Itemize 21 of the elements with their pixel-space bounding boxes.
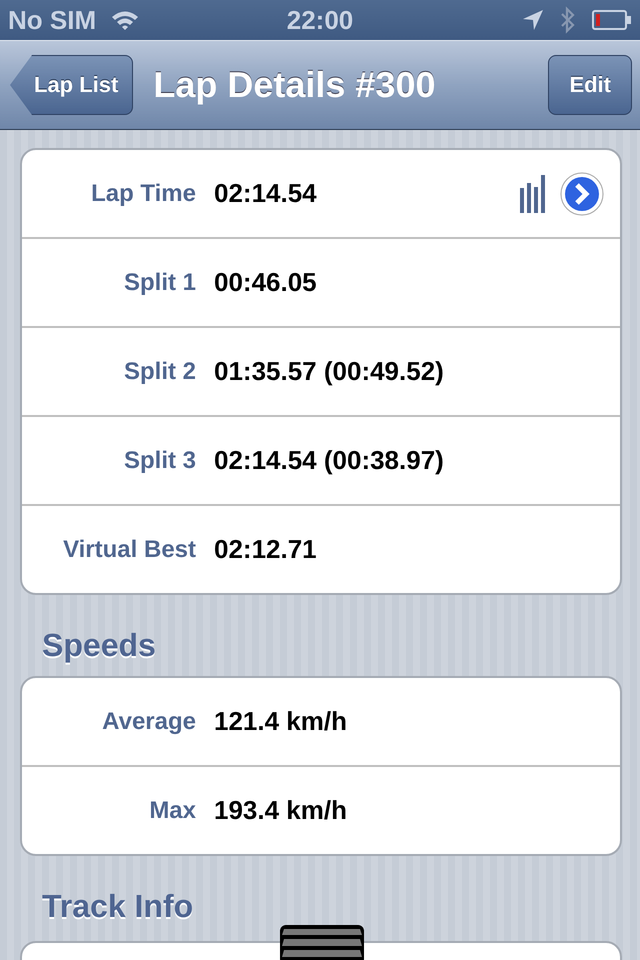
row-label: Split 2	[122, 358, 196, 386]
back-button[interactable]: Lap List	[10, 55, 134, 115]
screen-title: Lap Details #300	[153, 64, 436, 106]
row-label: Split 1	[122, 268, 196, 296]
clock-text: 22:00	[286, 4, 354, 36]
carrier-text: No SIM	[8, 4, 96, 36]
row-value: 02:12.71	[214, 534, 317, 565]
section-header: Track Info	[42, 888, 194, 925]
row-value: 193.4 km/h	[214, 795, 347, 826]
row-value: 01:35.57 (00:49.52)	[214, 356, 444, 387]
section-header: Speeds	[42, 627, 156, 664]
row-value: 02:14.54 (00:38.97)	[214, 445, 444, 476]
row-label: Split 3	[122, 446, 196, 474]
edit-button[interactable]: Edit	[548, 55, 632, 115]
row-label: Max	[148, 796, 196, 824]
row-value: 00:46.05	[214, 267, 317, 298]
row-value: 02:14.54	[214, 178, 317, 209]
row-label: Virtual Best	[62, 536, 196, 564]
row-label: Lap Time	[90, 180, 196, 208]
row-label: Average	[101, 708, 196, 736]
row-value: 121.4 km/h	[214, 706, 347, 737]
